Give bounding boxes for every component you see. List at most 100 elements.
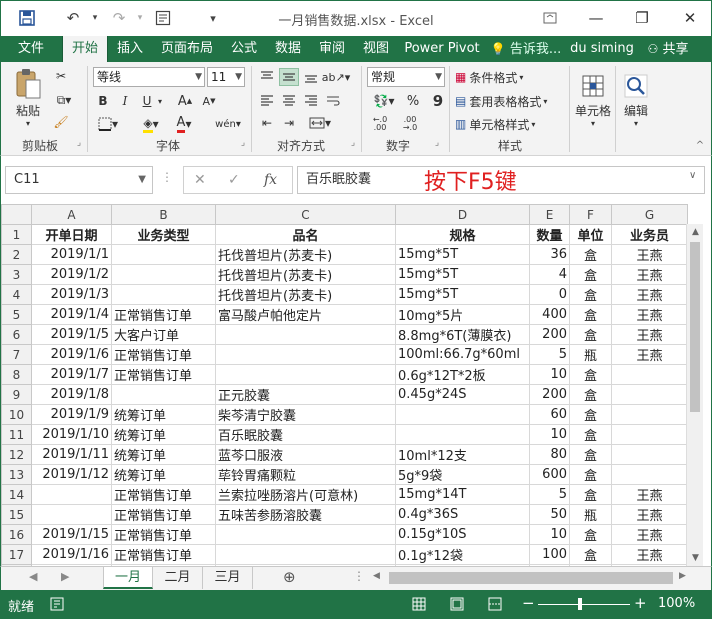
cell[interactable]: 盒 bbox=[569, 304, 612, 325]
tab-split-icon[interactable]: ⋮ bbox=[353, 569, 365, 583]
save-icon[interactable] bbox=[15, 7, 39, 29]
tab-review[interactable]: 审阅 bbox=[314, 36, 350, 62]
row-header[interactable]: 12 bbox=[1, 444, 32, 465]
cell[interactable] bbox=[215, 364, 396, 385]
cell[interactable]: 盒 bbox=[569, 284, 612, 305]
cell[interactable]: 600 bbox=[529, 464, 570, 485]
cell[interactable]: 60 bbox=[529, 404, 570, 425]
cut-icon[interactable]: ✂ bbox=[49, 66, 73, 86]
cell[interactable]: 统筹订单 bbox=[111, 404, 216, 425]
cell[interactable]: 36 bbox=[529, 244, 570, 265]
cell[interactable]: 2019/1/8 bbox=[31, 384, 112, 405]
sheet-tab-jan[interactable]: 一月 bbox=[103, 567, 153, 589]
row-header[interactable]: 13 bbox=[1, 464, 32, 485]
row-header[interactable]: 7 bbox=[1, 344, 32, 365]
cell[interactable]: 5 bbox=[529, 484, 570, 505]
tab-home[interactable]: 开始 bbox=[62, 36, 108, 63]
macro-record-icon[interactable] bbox=[50, 597, 64, 615]
alignment-launcher-icon[interactable]: ⌟ bbox=[347, 136, 359, 150]
cell[interactable]: 0.15g*10S bbox=[395, 524, 530, 545]
comma-style-button[interactable]: 9 bbox=[429, 91, 447, 111]
cell[interactable]: 5g*9袋 bbox=[395, 464, 530, 485]
scrollbar-thumb[interactable] bbox=[690, 242, 700, 412]
row-header[interactable]: 4 bbox=[1, 284, 32, 305]
expand-formula-icon[interactable]: ∨ bbox=[689, 170, 696, 181]
cell[interactable]: 15mg*5T bbox=[395, 264, 530, 285]
cell[interactable]: 100ml:66.7g*60ml bbox=[395, 344, 530, 365]
cell[interactable] bbox=[111, 264, 216, 285]
cell[interactable]: 盒 bbox=[569, 424, 612, 445]
cell[interactable]: 正常销售订单 bbox=[111, 304, 216, 325]
cell[interactable]: 正常销售订单 bbox=[111, 544, 216, 565]
restore-icon[interactable]: ❐ bbox=[627, 5, 657, 31]
column-header[interactable]: B bbox=[111, 204, 216, 225]
decrease-decimal-icon[interactable]: .00 →.0 bbox=[397, 114, 423, 134]
row-header[interactable]: 1 bbox=[1, 224, 32, 245]
align-left-icon[interactable] bbox=[257, 92, 277, 110]
cell[interactable]: 正常销售订单 bbox=[111, 484, 216, 505]
insert-function-button[interactable]: fx bbox=[264, 172, 277, 188]
tab-view[interactable]: 视图 bbox=[358, 36, 394, 62]
cell[interactable]: 统筹订单 bbox=[111, 444, 216, 465]
cell[interactable] bbox=[611, 404, 688, 425]
cell[interactable]: 统筹订单 bbox=[111, 464, 216, 485]
cell[interactable] bbox=[395, 404, 530, 425]
clipboard-launcher-icon[interactable]: ⌟ bbox=[73, 136, 85, 150]
cell[interactable]: 2019/1/3 bbox=[31, 284, 112, 305]
cell[interactable]: 王燕 bbox=[611, 264, 688, 285]
row-header[interactable]: 9 bbox=[1, 384, 32, 405]
cell[interactable]: 盒 bbox=[569, 444, 612, 465]
cell[interactable]: 盒 bbox=[569, 384, 612, 405]
cell[interactable]: 王燕 bbox=[611, 284, 688, 305]
align-center-icon[interactable] bbox=[279, 92, 299, 110]
orientation-icon[interactable]: ab↗▾ bbox=[322, 68, 350, 86]
row-header[interactable]: 14 bbox=[1, 484, 32, 505]
cell[interactable]: 开单日期 bbox=[31, 224, 112, 245]
cell[interactable]: 盒 bbox=[569, 264, 612, 285]
cell[interactable] bbox=[215, 344, 396, 365]
cell[interactable]: 2019/1/15 bbox=[31, 524, 112, 545]
cell[interactable]: 王燕 bbox=[611, 324, 688, 345]
sheet-next-icon[interactable]: ▶ bbox=[61, 570, 69, 583]
cell[interactable]: 盒 bbox=[569, 464, 612, 485]
cell[interactable]: 规格 bbox=[395, 224, 530, 245]
cell[interactable]: 托伐普坦片(苏麦卡) bbox=[215, 284, 396, 305]
cell[interactable]: 15mg*5T bbox=[395, 284, 530, 305]
cell[interactable] bbox=[111, 284, 216, 305]
scroll-up-icon[interactable]: ▲ bbox=[687, 224, 704, 240]
tab-data[interactable]: 数据 bbox=[270, 36, 306, 62]
cell[interactable]: 盒 bbox=[569, 364, 612, 385]
horizontal-scrollbar-thumb[interactable] bbox=[389, 572, 673, 584]
cell[interactable]: 百乐眠胶囊 bbox=[215, 424, 396, 445]
cell[interactable]: 富马酸卢帕他定片 bbox=[215, 304, 396, 325]
increase-indent-icon[interactable]: ⇥ bbox=[279, 114, 299, 132]
cell[interactable]: 10 bbox=[529, 424, 570, 445]
row-header[interactable]: 3 bbox=[1, 264, 32, 285]
cell[interactable]: 单位 bbox=[569, 224, 612, 245]
cell[interactable]: 王燕 bbox=[611, 344, 688, 365]
row-header[interactable]: 2 bbox=[1, 244, 32, 265]
copy-icon[interactable]: ⧉▾ bbox=[49, 90, 79, 110]
cell[interactable]: 正常销售订单 bbox=[111, 364, 216, 385]
customize-toolbar-icon[interactable]: ▾ bbox=[201, 7, 225, 29]
column-header[interactable]: G bbox=[611, 204, 688, 225]
cell[interactable]: 荜铃胃痛颗粒 bbox=[215, 464, 396, 485]
phonetic-guide-button[interactable]: wén ▾ bbox=[211, 114, 245, 134]
form-icon[interactable] bbox=[151, 7, 175, 29]
cell[interactable]: 王燕 bbox=[611, 304, 688, 325]
border-icon[interactable]: ▾ bbox=[95, 114, 121, 134]
cell[interactable]: 业务类型 bbox=[111, 224, 216, 245]
italic-button[interactable]: I bbox=[117, 91, 133, 111]
row-header[interactable]: 17 bbox=[1, 544, 32, 565]
hscroll-left-icon[interactable]: ◀ bbox=[373, 571, 380, 581]
cell[interactable]: 王燕 bbox=[611, 504, 688, 525]
row-header[interactable]: 5 bbox=[1, 304, 32, 325]
number-format-combo[interactable]: 常规 ▼ bbox=[367, 67, 445, 87]
fill-color-icon[interactable]: ◈ ▾ bbox=[137, 114, 165, 134]
sheet-tab-mar[interactable]: 三月 bbox=[203, 567, 253, 589]
share-button[interactable]: ⚇ 共享 bbox=[640, 36, 696, 62]
cell[interactable] bbox=[611, 444, 688, 465]
cell[interactable] bbox=[611, 424, 688, 445]
cell[interactable]: 盒 bbox=[569, 544, 612, 565]
font-launcher-icon[interactable]: ⌟ bbox=[237, 136, 249, 150]
